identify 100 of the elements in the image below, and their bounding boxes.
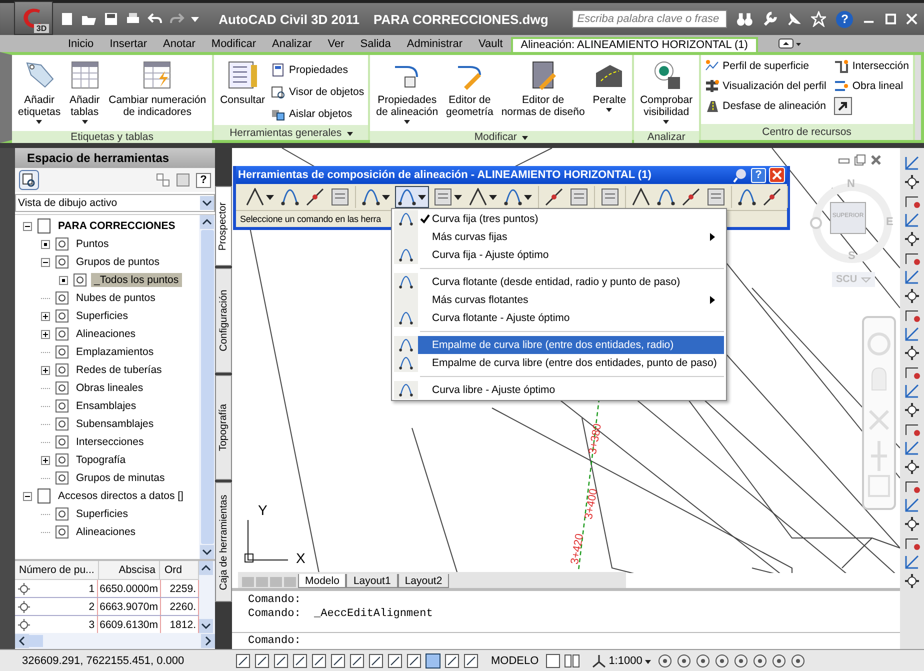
save-icon[interactable]: [102, 11, 119, 27]
maximize-icon[interactable]: [884, 13, 896, 25]
tree-item[interactable]: Subensamblajes: [73, 417, 157, 431]
drafting-toggle-icon[interactable]: [425, 652, 441, 668]
tree-item[interactable]: Nubes de puntos: [73, 291, 158, 305]
tool-icon[interactable]: [903, 173, 921, 191]
tool-icon[interactable]: [903, 572, 921, 590]
ribbon-tool-button[interactable]: Cambiar numeración de indicadores: [106, 57, 208, 120]
tree-item[interactable]: Alineaciones: [73, 327, 139, 341]
tree-item[interactable]: Grupos de minutas: [73, 471, 168, 485]
drafting-toggle-icon[interactable]: [330, 652, 346, 668]
scrollbar[interactable]: [199, 215, 215, 559]
tool-icon[interactable]: [903, 458, 921, 476]
annotation-scale-button[interactable]: 1:1000: [588, 654, 654, 668]
toolbar-button[interactable]: [630, 186, 652, 208]
ribbon-tool-button[interactable]: Añadir etiquetas: [16, 57, 63, 129]
drafting-toggle-icon[interactable]: [273, 652, 289, 668]
ribbon-tab[interactable]: Ver: [320, 37, 352, 52]
ribbon-tab[interactable]: Alineación: ALINEAMIENTO HORIZONTAL (1): [510, 37, 758, 52]
tree-item[interactable]: Emplazamientos: [73, 345, 157, 359]
node-toggle-icon[interactable]: [41, 240, 50, 248]
ribbon-tool-button[interactable]: Consultar: [218, 57, 268, 108]
layout-tab[interactable]: Layout2: [398, 574, 450, 588]
tree-item[interactable]: Puntos: [73, 237, 112, 251]
layout-tab[interactable]: Modelo: [298, 574, 346, 588]
search-icon[interactable]: [19, 170, 39, 190]
tool-icon[interactable]: [903, 230, 921, 248]
menu-item[interactable]: Curva flotante (desde entidad, radio y punto de paso): [394, 273, 724, 291]
close-icon[interactable]: [870, 154, 882, 166]
drafting-toggle-icon[interactable]: [349, 652, 365, 668]
tree-item[interactable]: Topografía: [73, 453, 129, 467]
tree-item[interactable]: Grupos de puntos: [73, 255, 162, 269]
item-view-icon[interactable]: [156, 173, 170, 187]
binoculars-icon[interactable]: [736, 11, 754, 27]
node-toggle-icon[interactable]: [59, 276, 68, 284]
tree-item[interactable]: Accesos directos a datos []: [55, 489, 186, 503]
ribbon-tool-button[interactable]: Obra lineal: [834, 77, 909, 95]
status-tool-icon[interactable]: [752, 652, 768, 668]
drafting-toggle-icon[interactable]: [368, 652, 384, 668]
panel-icon[interactable]: [176, 173, 190, 187]
drafting-toggle-icon[interactable]: [292, 652, 308, 668]
toolbar-button[interactable]: [304, 186, 326, 208]
toolbar-button[interactable]: [395, 186, 429, 208]
scroll-right-icon[interactable]: [201, 634, 215, 648]
ribbon-tool-button[interactable]: Peralte: [590, 57, 628, 117]
toolbar-button[interactable]: [244, 186, 276, 208]
ribbon-tool-button[interactable]: Editor de normas de diseño: [499, 57, 587, 120]
model-space-button[interactable]: MODELO: [488, 654, 542, 666]
scroll-thumb[interactable]: [200, 230, 214, 544]
column-header[interactable]: Número de pu...: [15, 561, 100, 579]
star-icon[interactable]: [810, 11, 826, 27]
scrollbar[interactable]: [15, 633, 215, 649]
caret-icon[interactable]: [190, 16, 199, 22]
menu-item[interactable]: Curva fija (tres puntos): [394, 210, 724, 228]
toolbar-button[interactable]: [680, 186, 702, 208]
menu-item[interactable]: Curva libre - Ajuste óptimo: [394, 381, 724, 399]
tree-item[interactable]: Superficies: [73, 507, 131, 521]
palette-tab[interactable]: Prospector: [215, 186, 232, 266]
status-tool-icon[interactable]: [714, 652, 730, 668]
drafting-toggle-icon[interactable]: [311, 652, 327, 668]
status-tool-icon[interactable]: [790, 652, 806, 668]
drafting-toggle-icon[interactable]: [406, 652, 422, 668]
tool-icon[interactable]: [903, 515, 921, 533]
status-tool-icon[interactable]: [657, 652, 674, 668]
ribbon-tool-button[interactable]: Desfase de alineación: [704, 97, 826, 115]
ribbon-tool-button[interactable]: Visor de objetos: [271, 83, 364, 101]
ribbon-tab[interactable]: Inicio: [60, 37, 102, 52]
toolbar-button[interactable]: [761, 186, 783, 208]
menu-item[interactable]: Curva fija - Ajuste óptimo: [394, 246, 724, 264]
tree-item[interactable]: Superficies: [73, 309, 131, 323]
ribbon-tab[interactable]: Analizar: [264, 37, 320, 52]
scroll-down-icon[interactable]: [200, 545, 214, 559]
tool-icon[interactable]: [903, 401, 921, 419]
scroll-up-icon[interactable]: [199, 561, 213, 575]
help-button[interactable]: ?: [836, 10, 854, 28]
menu-item[interactable]: Empalme de curva libre (entre dos entidades, radio): [394, 336, 724, 354]
collapse-icon[interactable]: [23, 222, 32, 230]
menu-item[interactable]: Empalme de curva libre (entre dos entidades, punto de paso): [394, 354, 724, 372]
ribbon-tab[interactable]: Modificar: [203, 37, 264, 52]
tool-icon[interactable]: [903, 287, 921, 305]
tree-item[interactable]: Intersecciones: [73, 435, 147, 449]
collapse-icon[interactable]: [41, 258, 50, 266]
menu-item[interactable]: Más curvas fijas: [394, 228, 724, 246]
tree-item[interactable]: PARA CORRECCIONES: [55, 219, 178, 233]
layout-icon[interactable]: [564, 652, 580, 668]
ribbon-tool-button[interactable]: Propiedades: [271, 61, 364, 79]
ribbon-tab[interactable]: Insertar: [102, 37, 155, 52]
restore-icon[interactable]: [854, 154, 866, 166]
layout-tab[interactable]: Layout1: [346, 574, 398, 588]
toolbar-button[interactable]: [432, 186, 464, 208]
ribbon-tool-button[interactable]: Visualización del perfil: [704, 77, 826, 95]
ribbon-toggle-icon[interactable]: [778, 38, 802, 50]
tree-item[interactable]: Redes de tuberías: [73, 363, 165, 377]
expand-icon[interactable]: [41, 366, 50, 374]
drafting-toggle-icon[interactable]: [235, 652, 251, 668]
toolbar-button[interactable]: [543, 186, 565, 208]
drafting-toggle-icon[interactable]: [387, 652, 403, 668]
expand-icon[interactable]: [41, 312, 50, 320]
ribbon-tool-button[interactable]: Aislar objetos: [271, 105, 364, 123]
scroll-up-icon[interactable]: [200, 215, 214, 229]
